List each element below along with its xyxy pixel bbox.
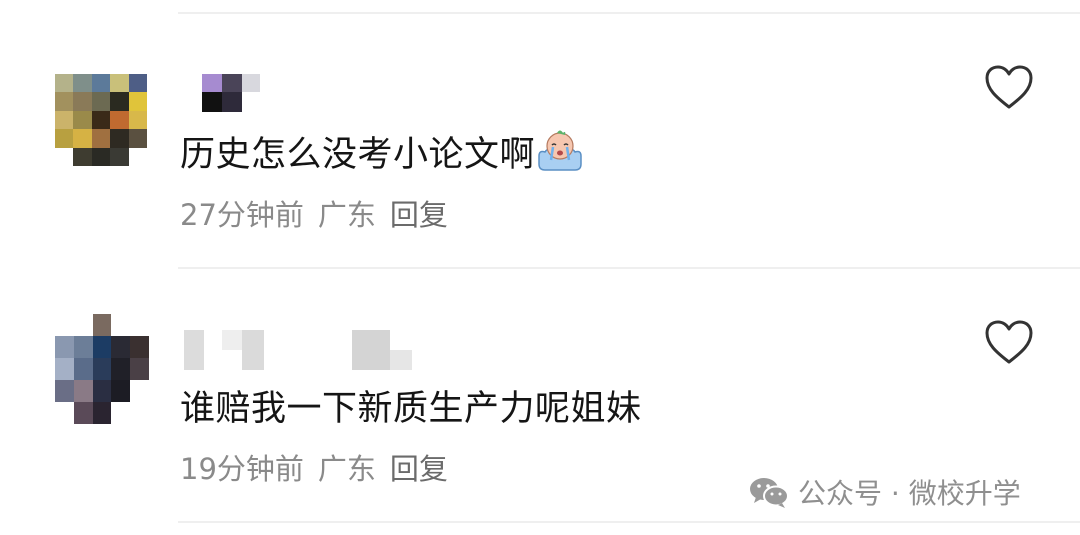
comment-location: 广东 [317, 452, 376, 486]
avatar[interactable] [55, 74, 147, 166]
bottom-divider [178, 521, 1080, 523]
avatar[interactable] [55, 314, 149, 424]
comment-meta: 19分钟前 广东 回复 [180, 446, 462, 488]
comment-text: 谁赔我一下新质生产力呢姐妹 [180, 389, 642, 429]
comment-location: 广东 [317, 198, 376, 232]
crying-emoji-icon [538, 130, 582, 171]
comment-divider [178, 267, 1080, 269]
comment-meta: 27分钟前 广东 回复 [180, 192, 462, 234]
heart-icon[interactable] [984, 64, 1034, 110]
wechat-icon [750, 478, 789, 508]
username-blurred [202, 74, 260, 112]
watermark: 公众号 · 微校升学 [748, 472, 1021, 512]
comment-time: 19分钟前 [180, 452, 304, 486]
watermark-label: 公众号 · 微校升学 [798, 477, 1021, 510]
heart-icon[interactable] [984, 319, 1034, 365]
username-blurred [184, 330, 429, 370]
reply-button[interactable]: 回复 [390, 198, 448, 232]
reply-button[interactable]: 回复 [390, 452, 448, 486]
top-divider [178, 12, 1080, 14]
comment-time: 27分钟前 [180, 198, 304, 232]
comment-text: 历史怎么没考小论文啊 [180, 126, 585, 177]
